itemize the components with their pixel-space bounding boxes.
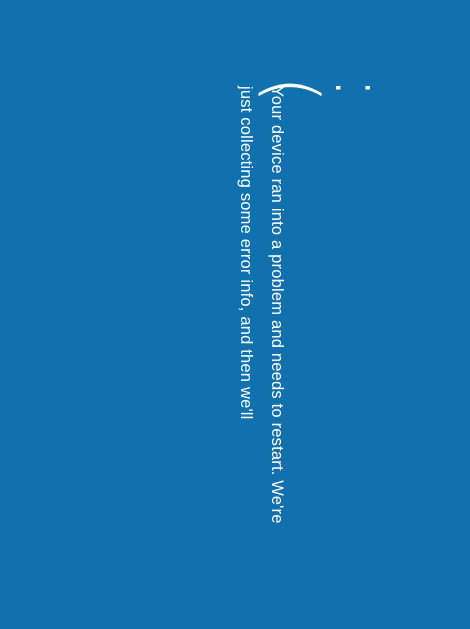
rotated-content: :( Your device ran into a problem and ne… (237, 76, 401, 629)
error-message-line-1: Your device ran into a problem and needs… (268, 86, 286, 524)
error-message-line-2: just collecting some error info, and the… (237, 86, 255, 420)
blue-screen: :( Your device ran into a problem and ne… (0, 0, 470, 629)
sad-face-icon: :( (251, 76, 401, 104)
error-message: Your device ran into a problem and needs… (230, 86, 292, 626)
